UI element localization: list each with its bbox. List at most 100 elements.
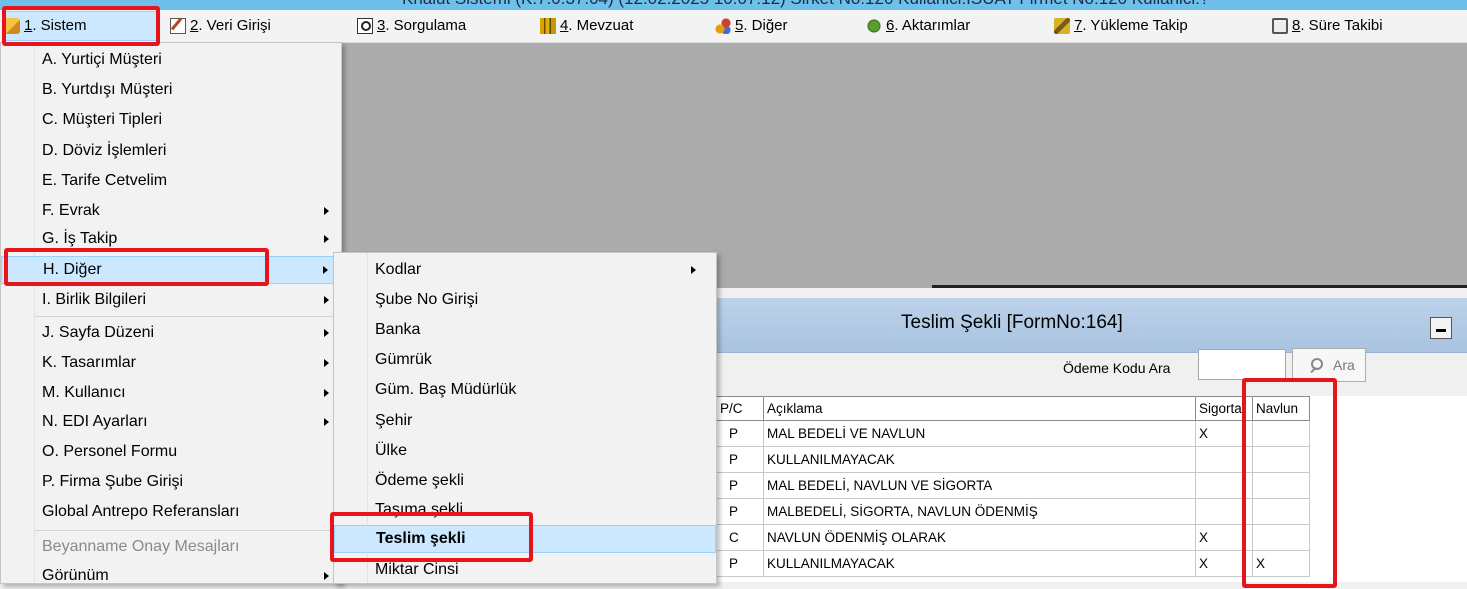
form-title-bar: Teslim Şekli [FormNo:164] bbox=[716, 298, 1467, 353]
menu-item-tasarimlar[interactable]: K. Tasarımlar bbox=[1, 350, 341, 376]
menu-item-sehir[interactable]: Şehir bbox=[334, 408, 716, 434]
cell-pc: P bbox=[716, 498, 764, 525]
menu-item-label: Kodlar bbox=[375, 261, 422, 278]
menu-item-yurtici-musteri[interactable]: A. Yurtiçi Müşteri bbox=[1, 47, 341, 73]
menu-item-kodlar[interactable]: Kodlar bbox=[334, 257, 716, 283]
menu-separator bbox=[35, 530, 339, 531]
menu-veri-girisi[interactable]: 2. Veri Girişi bbox=[170, 14, 271, 38]
cell-aciklama: MAL BEDELİ, NAVLUN VE SİGORTA bbox=[763, 472, 1196, 499]
submenu-arrow-icon bbox=[324, 296, 329, 304]
clock-icon bbox=[1272, 18, 1288, 34]
menu-num: 8 bbox=[1292, 17, 1301, 34]
menu-item-gum-bas-mudurluk[interactable]: Güm. Baş Müdürlük bbox=[334, 377, 716, 403]
menu-item-doviz-islemleri[interactable]: D. Döviz İşlemleri bbox=[1, 138, 341, 164]
menu-item-banka[interactable]: Banka bbox=[334, 317, 716, 343]
table-row[interactable]: P MAL BEDELİ, NAVLUN VE SİGORTA bbox=[716, 472, 1310, 499]
column-header[interactable]: P/C bbox=[716, 396, 764, 421]
edit-icon bbox=[170, 18, 186, 34]
cell-pc: P bbox=[716, 472, 764, 499]
menu-num: 4 bbox=[560, 17, 569, 34]
menu-item-odeme-sekli[interactable]: Ödeme şekli bbox=[334, 468, 716, 494]
menu-mevzuat[interactable]: 4. Mevzuat bbox=[540, 14, 633, 38]
menu-sorgulama[interactable]: 3. Sorgulama bbox=[357, 14, 466, 38]
submenu-arrow-icon bbox=[691, 266, 696, 274]
window-divider bbox=[932, 285, 1467, 288]
menu-item-tarife-cetvelim[interactable]: E. Tarife Cetvelim bbox=[1, 168, 341, 194]
menu-item-label: N. EDI Ayarları bbox=[42, 413, 148, 430]
search-button[interactable]: Ara bbox=[1292, 348, 1366, 382]
menu-item-label: J. Sayfa Düzeni bbox=[42, 324, 155, 341]
query-icon bbox=[357, 18, 373, 34]
cell-pc: P bbox=[716, 446, 764, 473]
menu-label: . Aktarımlar bbox=[894, 17, 971, 34]
menu-sure-takibi[interactable]: 8. Süre Takibi bbox=[1272, 14, 1383, 38]
menu-item-firma-sube-girisi[interactable]: P. Firma Şube Girişi bbox=[1, 469, 341, 495]
submenu-arrow-icon bbox=[324, 572, 329, 580]
menu-aktarimlar[interactable]: 6. Aktarımlar bbox=[866, 14, 970, 38]
title-bar-text: Khalut Sistemi (K.7.0.37.04) (12.02.2025… bbox=[402, 0, 1209, 9]
menu-item-kullanici[interactable]: M. Kullanıcı bbox=[1, 380, 341, 406]
menu-separator bbox=[35, 316, 339, 317]
menu-item-birlik-bilgileri[interactable]: I. Birlik Bilgileri bbox=[1, 287, 341, 313]
table-row[interactable]: P KULLANILMAYACAK bbox=[716, 446, 1310, 473]
sistem-menu: A. Yurtiçi Müşteri B. Yurtdışı Müşteri C… bbox=[0, 42, 342, 584]
form-title: Teslim Şekli [FormNo:164] bbox=[901, 312, 1123, 333]
menu-item-ulke[interactable]: Ülke bbox=[334, 438, 716, 464]
menu-item-evrak[interactable]: F. Evrak bbox=[1, 198, 341, 224]
menu-item-label: M. Kullanıcı bbox=[42, 384, 126, 401]
menu-item-sayfa-duzeni[interactable]: J. Sayfa Düzeni bbox=[1, 320, 341, 346]
menu-label: . Sorgulama bbox=[385, 17, 467, 34]
menu-item-personel-formu[interactable]: O. Personel Formu bbox=[1, 439, 341, 465]
search-icon bbox=[1309, 358, 1323, 372]
submenu-arrow-icon bbox=[324, 359, 329, 367]
menu-item-gumruk[interactable]: Gümrük bbox=[334, 347, 716, 373]
search-input[interactable] bbox=[1198, 349, 1286, 380]
menu-bar: 1. Sistem 2. Veri Girişi 3. Sorgulama 4.… bbox=[0, 10, 1467, 43]
table-row[interactable]: P MAL BEDELİ VE NAVLUN X bbox=[716, 420, 1310, 447]
cell-pc: P bbox=[716, 420, 764, 447]
submenu-arrow-icon bbox=[324, 207, 329, 215]
cell-aciklama: NAVLUN ÖDENMİŞ OLARAK bbox=[763, 524, 1196, 551]
column-header[interactable]: Açıklama bbox=[763, 396, 1196, 421]
menu-item-musteri-tipleri[interactable]: C. Müşteri Tipleri bbox=[1, 107, 341, 133]
annotation-box-navlun-column bbox=[1242, 378, 1337, 588]
teslim-sekli-form: Teslim Şekli [FormNo:164] Ödeme Kodu Ara… bbox=[716, 290, 1467, 582]
data-grid: P/C Açıklama Sigorta Navlun P MAL BEDELİ… bbox=[716, 396, 1467, 582]
menu-item-yurtdisi-musteri[interactable]: B. Yurtdışı Müşteri bbox=[1, 77, 341, 103]
submenu-arrow-icon bbox=[324, 389, 329, 397]
table-row[interactable]: P MALBEDELİ, SİGORTA, NAVLUN ÖDENMİŞ bbox=[716, 498, 1310, 525]
menu-label: . Diğer bbox=[743, 17, 788, 34]
menu-item-label: G. İş Takip bbox=[42, 230, 118, 247]
menu-num: 3 bbox=[377, 17, 386, 34]
table-row[interactable]: C NAVLUN ÖDENMİŞ OLARAK X bbox=[716, 524, 1310, 551]
cell-aciklama: KULLANILMAYACAK bbox=[763, 446, 1196, 473]
menu-item-gorunum[interactable]: Görünüm bbox=[1, 563, 341, 589]
menu-item-sube-no-girisi[interactable]: Şube No Girişi bbox=[334, 287, 716, 313]
cell-pc: C bbox=[716, 524, 764, 551]
menu-item-label: Görünüm bbox=[42, 567, 109, 584]
cell-aciklama: MALBEDELİ, SİGORTA, NAVLUN ÖDENMİŞ bbox=[763, 498, 1196, 525]
annotation-box-diger bbox=[4, 248, 269, 286]
table-row[interactable]: P KULLANILMAYACAK X X bbox=[716, 550, 1310, 577]
menu-label: . Veri Girişi bbox=[198, 17, 271, 34]
menu-item-edi-ayarlari[interactable]: N. EDI Ayarları bbox=[1, 409, 341, 435]
title-bar: Khalut Sistemi (K.7.0.37.04) (12.02.2025… bbox=[0, 0, 1467, 10]
menu-label: . Mevzuat bbox=[568, 17, 634, 34]
transfer-icon bbox=[866, 18, 882, 34]
menu-diger[interactable]: 5. Diğer bbox=[715, 14, 788, 38]
menu-yukleme-takip[interactable]: 7. Yükleme Takip bbox=[1054, 14, 1188, 38]
menu-item-beyanname-onay: Beyanname Onay Mesajları bbox=[42, 538, 240, 555]
menu-label: . Süre Takibi bbox=[1300, 17, 1383, 34]
submenu-arrow-icon bbox=[324, 235, 329, 243]
other-icon bbox=[715, 18, 731, 34]
menu-item-label: I. Birlik Bilgileri bbox=[42, 291, 147, 308]
minimize-button[interactable] bbox=[1430, 317, 1452, 339]
menu-item-label: K. Tasarımlar bbox=[42, 354, 136, 371]
menu-item-global-antrepo[interactable]: Global Antrepo Referansları bbox=[1, 499, 341, 525]
menu-num: 7 bbox=[1074, 17, 1083, 34]
cell-aciklama: KULLANILMAYACAK bbox=[763, 550, 1196, 577]
cell-aciklama: MAL BEDELİ VE NAVLUN bbox=[763, 420, 1196, 447]
load-icon bbox=[1054, 18, 1070, 34]
search-label: Ödeme Kodu Ara bbox=[1063, 360, 1171, 376]
cell-pc: P bbox=[716, 550, 764, 577]
